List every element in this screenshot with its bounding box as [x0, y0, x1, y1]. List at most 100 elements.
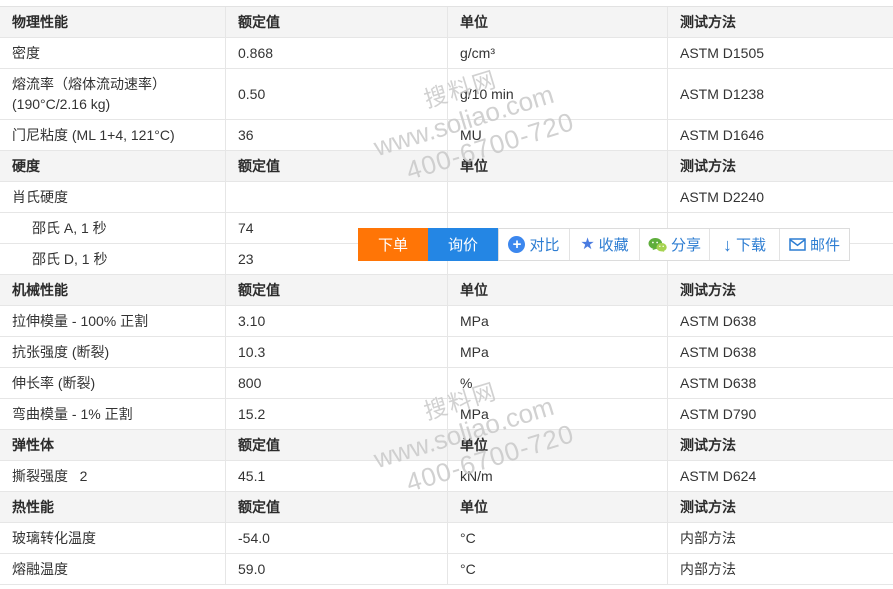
- column-header: 测试方法: [667, 275, 893, 305]
- table-row: 伸长率 (断裂)800%ASTM D638: [0, 368, 893, 399]
- cell-unit: %: [447, 368, 667, 398]
- cell-method: ASTM D1505: [667, 38, 893, 68]
- section-header-row-2: 机械性能额定值单位测试方法: [0, 275, 893, 306]
- envelope-icon: [789, 238, 806, 251]
- cell-value: 3.10: [225, 306, 447, 336]
- cell-value: 45.1: [225, 461, 447, 491]
- cell-property: 熔融温度: [0, 554, 225, 584]
- column-header: 单位: [447, 7, 667, 37]
- toolbar-action-label: 分享: [671, 234, 701, 255]
- toolbar-action-group: +对比 ★ 收藏 分享 ↓下载 邮件: [498, 228, 850, 261]
- favorite-button[interactable]: ★ 收藏: [569, 229, 639, 260]
- cell-value: [225, 182, 447, 212]
- compare-button[interactable]: +对比: [499, 229, 569, 260]
- cell-method: ASTM D2240: [667, 182, 893, 212]
- section-header-row-1: 硬度额定值单位测试方法: [0, 151, 893, 182]
- section-title: 弹性体: [0, 430, 225, 460]
- download-arrow-icon: ↓: [723, 236, 732, 254]
- cell-unit: °C: [447, 554, 667, 584]
- table-row: 弯曲模量 - 1% 正割15.2MPaASTM D790: [0, 399, 893, 430]
- column-header: 测试方法: [667, 7, 893, 37]
- share-button[interactable]: 分享: [639, 229, 709, 260]
- email-button[interactable]: 邮件: [779, 229, 849, 260]
- cell-property: 邵氏 A, 1 秒: [0, 213, 225, 243]
- section-title: 热性能: [0, 492, 225, 522]
- table-row: 熔流率（熔体流动速率） (190°C/2.16 kg)0.50g/10 minA…: [0, 69, 893, 120]
- wechat-icon: [648, 237, 667, 253]
- cell-value: 0.50: [225, 69, 447, 119]
- column-header: 额定值: [225, 7, 447, 37]
- column-header: 额定值: [225, 430, 447, 460]
- cell-property: 弯曲模量 - 1% 正割: [0, 399, 225, 429]
- cell-method: ASTM D638: [667, 306, 893, 336]
- toolbar-action-label: 收藏: [599, 234, 629, 255]
- section-title: 物理性能: [0, 7, 225, 37]
- section-title: 硬度: [0, 151, 225, 181]
- cell-property: 抗张强度 (断裂): [0, 337, 225, 367]
- properties-table: 物理性能额定值单位测试方法密度0.868g/cm³ASTM D1505熔流率（熔…: [0, 6, 893, 585]
- column-header: 单位: [447, 430, 667, 460]
- cell-property: 伸长率 (断裂): [0, 368, 225, 398]
- cell-property: 密度: [0, 38, 225, 68]
- cell-unit: MU: [447, 120, 667, 150]
- table-row: 撕裂强度 245.1kN/mASTM D624: [0, 461, 893, 492]
- column-header: 单位: [447, 151, 667, 181]
- cell-property: 熔流率（熔体流动速率） (190°C/2.16 kg): [0, 69, 225, 119]
- cell-method: ASTM D1238: [667, 69, 893, 119]
- column-header: 额定值: [225, 275, 447, 305]
- toolbar-action-label: 对比: [529, 234, 559, 255]
- cell-property: 邵氏 D, 1 秒: [0, 244, 225, 274]
- cell-unit: MPa: [447, 306, 667, 336]
- floating-toolbar: 下单询价+对比★收藏分享↓下载邮件: [358, 228, 850, 261]
- cell-method: ASTM D638: [667, 337, 893, 367]
- cell-unit: [447, 182, 667, 212]
- toolbar-action-label: 邮件: [810, 234, 840, 255]
- place-order-button[interactable]: 下单: [358, 228, 428, 261]
- column-header: 单位: [447, 492, 667, 522]
- cell-unit: g/cm³: [447, 38, 667, 68]
- star-icon: ★: [580, 237, 594, 253]
- cell-unit: kN/m: [447, 461, 667, 491]
- table-row: 肖氏硬度 ASTM D2240: [0, 182, 893, 213]
- table-row: 拉伸模量 - 100% 正割3.10MPaASTM D638: [0, 306, 893, 337]
- toolbar-action-label: 下载: [736, 234, 766, 255]
- cell-value: 0.868: [225, 38, 447, 68]
- cell-method: ASTM D1646: [667, 120, 893, 150]
- cell-unit: g/10 min: [447, 69, 667, 119]
- column-header: 额定值: [225, 151, 447, 181]
- download-button[interactable]: ↓下载: [709, 229, 779, 260]
- cell-method: 内部方法: [667, 523, 893, 553]
- cell-property: 肖氏硬度: [0, 182, 225, 212]
- cell-property: 门尼粘度 (ML 1+4, 121°C): [0, 120, 225, 150]
- column-header: 单位: [447, 275, 667, 305]
- cell-unit: MPa: [447, 399, 667, 429]
- table-row: 玻璃转化温度-54.0°C内部方法: [0, 523, 893, 554]
- column-header: 测试方法: [667, 430, 893, 460]
- cell-property: 撕裂强度 2: [0, 461, 225, 491]
- cell-value: -54.0: [225, 523, 447, 553]
- cell-value: 800: [225, 368, 447, 398]
- table-row: 熔融温度59.0°C内部方法: [0, 554, 893, 585]
- cell-property: 玻璃转化温度: [0, 523, 225, 553]
- cell-value: 36: [225, 120, 447, 150]
- plus-circle-icon: +: [508, 236, 525, 253]
- column-header: 额定值: [225, 492, 447, 522]
- inquiry-button[interactable]: 询价: [428, 228, 498, 261]
- cell-method: ASTM D624: [667, 461, 893, 491]
- cell-unit: MPa: [447, 337, 667, 367]
- column-header: 测试方法: [667, 151, 893, 181]
- cell-value: 10.3: [225, 337, 447, 367]
- cell-method: 内部方法: [667, 554, 893, 584]
- table-row: 抗张强度 (断裂)10.3MPaASTM D638: [0, 337, 893, 368]
- column-header: 测试方法: [667, 492, 893, 522]
- cell-property: 拉伸模量 - 100% 正割: [0, 306, 225, 336]
- section-header-row-3: 弹性体额定值单位测试方法: [0, 430, 893, 461]
- table-row: 门尼粘度 (ML 1+4, 121°C)36MUASTM D1646: [0, 120, 893, 151]
- section-header-row-0: 物理性能额定值单位测试方法: [0, 7, 893, 38]
- cell-method: ASTM D790: [667, 399, 893, 429]
- cell-method: ASTM D638: [667, 368, 893, 398]
- cell-unit: °C: [447, 523, 667, 553]
- material-datasheet-page: 物理性能额定值单位测试方法密度0.868g/cm³ASTM D1505熔流率（熔…: [0, 0, 893, 589]
- section-header-row-4: 热性能额定值单位测试方法: [0, 492, 893, 523]
- table-row: 密度0.868g/cm³ASTM D1505: [0, 38, 893, 69]
